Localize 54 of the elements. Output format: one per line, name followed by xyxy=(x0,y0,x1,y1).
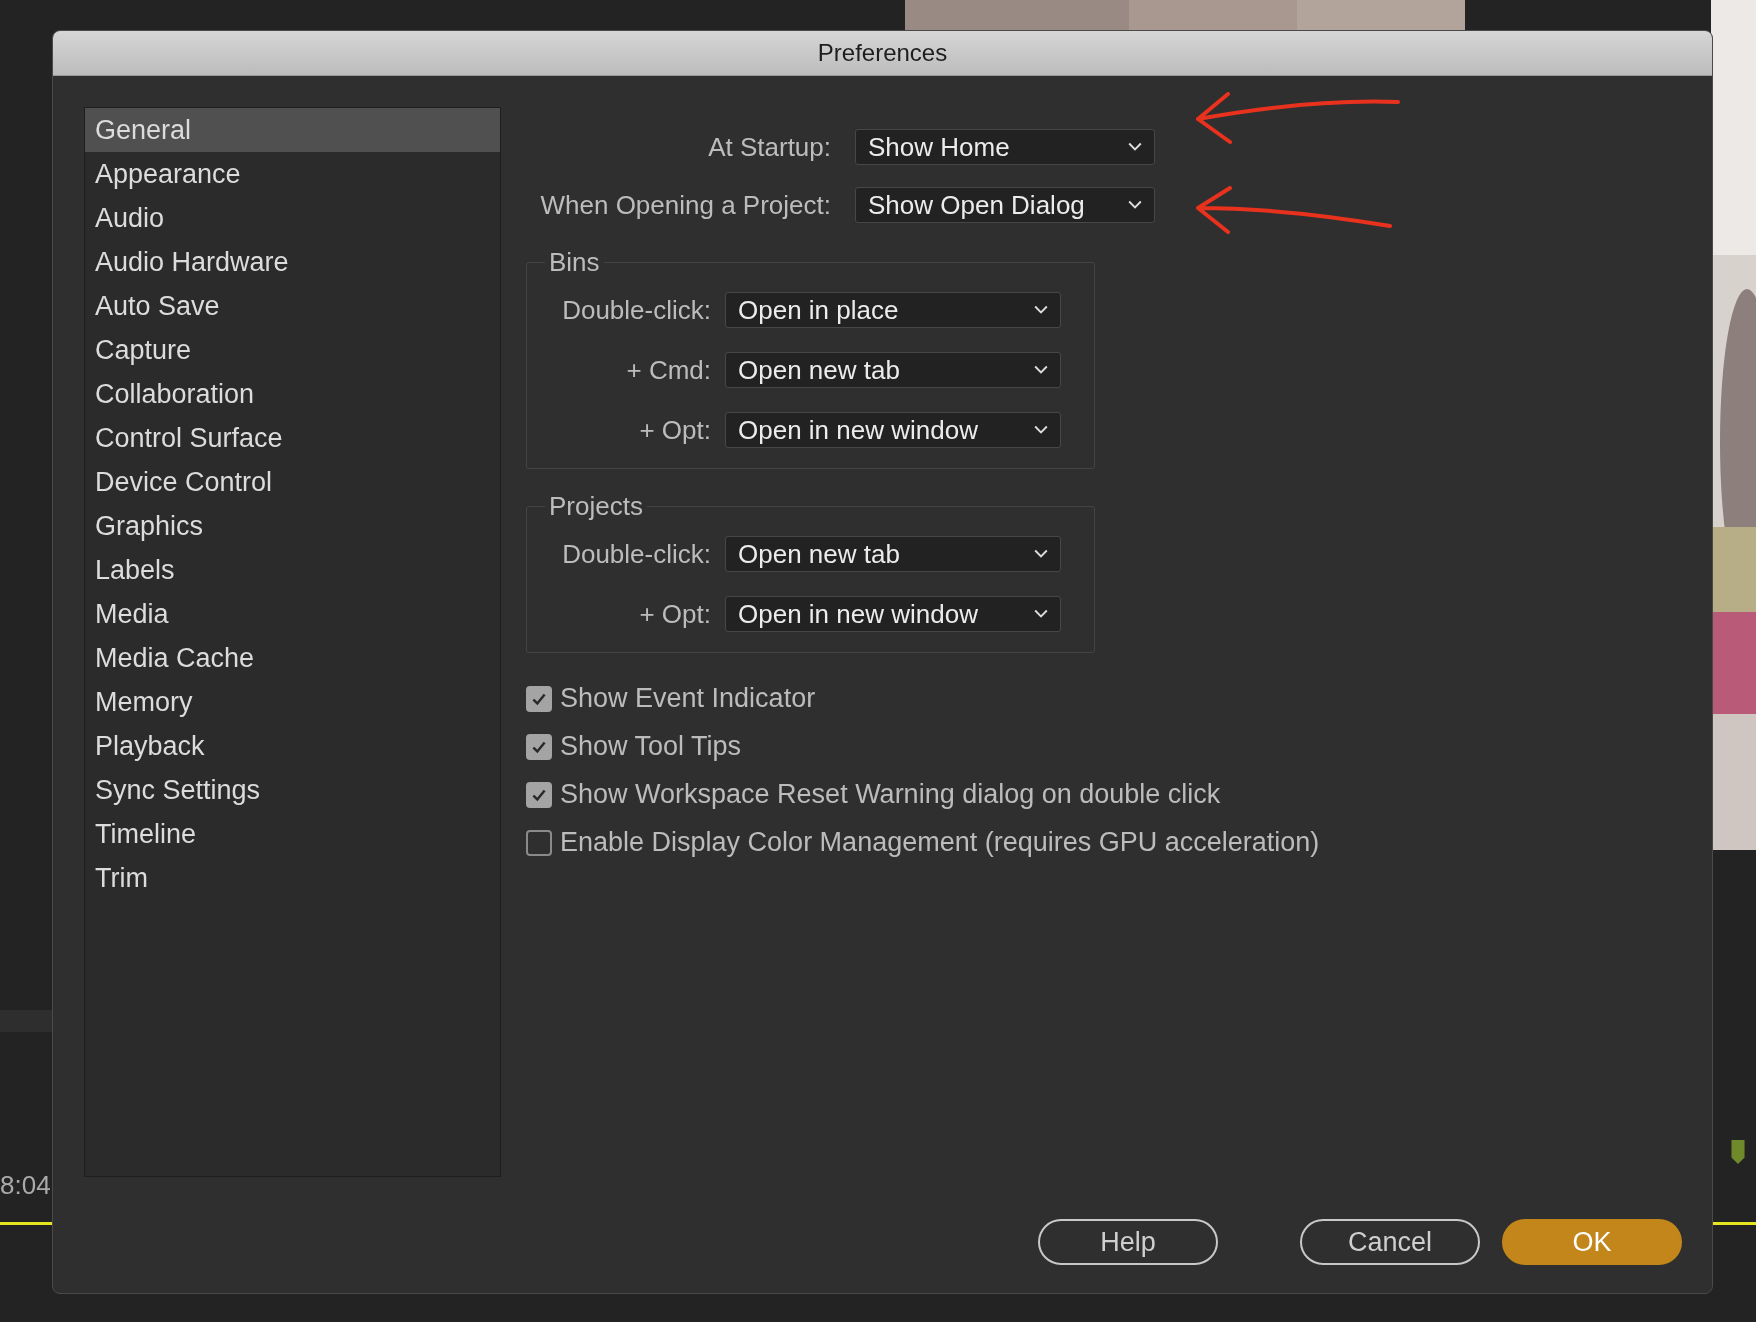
dropdown[interactable]: Show Home xyxy=(855,129,1155,165)
dropdown[interactable]: Open new tab xyxy=(725,536,1061,572)
category-item[interactable]: Control Surface xyxy=(85,416,500,460)
checkbox-label: Show Workspace Reset Warning dialog on double click xyxy=(560,779,1221,810)
chevron-icon xyxy=(1034,609,1048,619)
window-title: Preferences xyxy=(817,39,948,67)
category-item[interactable]: Auto Save xyxy=(85,284,500,328)
dropdown[interactable]: Open in place xyxy=(725,292,1061,328)
checkbox[interactable] xyxy=(526,829,552,856)
category-item[interactable]: Memory xyxy=(85,680,500,724)
category-item[interactable]: Collaboration xyxy=(85,372,500,416)
chevron-icon xyxy=(1034,425,1048,435)
category-item[interactable]: Capture xyxy=(85,328,500,372)
category-item[interactable]: Media Cache xyxy=(85,636,500,680)
group-title: Bins xyxy=(548,247,601,278)
setting-label: + Cmd: xyxy=(625,354,711,386)
dropdown[interactable]: Show Open Dialog xyxy=(855,187,1155,223)
category-item[interactable]: Media xyxy=(85,592,500,636)
dropdown[interactable]: Open new tab xyxy=(725,352,1061,388)
checkbox[interactable] xyxy=(526,733,552,760)
checkbox-label: Enable Display Color Management (requires GPU acceleration) xyxy=(560,827,1320,858)
chevron-icon xyxy=(1034,305,1048,315)
category-item[interactable]: Device Control xyxy=(85,460,500,504)
chevron-icon xyxy=(1034,365,1048,375)
category-item[interactable]: Appearance xyxy=(85,152,500,196)
category-item[interactable]: General xyxy=(85,108,500,152)
category-item[interactable]: Labels xyxy=(85,548,500,592)
chevron-icon xyxy=(1128,200,1142,210)
category-item[interactable]: Audio xyxy=(85,196,500,240)
checkbox-label: Show Tool Tips xyxy=(560,731,742,762)
category-item[interactable]: Graphics xyxy=(85,504,500,548)
setting-label: Double-click: xyxy=(561,538,711,570)
setting-label: At Startup: xyxy=(707,131,831,163)
checkbox[interactable] xyxy=(526,781,552,808)
category-item[interactable]: Playback xyxy=(85,724,500,768)
setting-label: When Opening a Project: xyxy=(539,189,831,221)
setting-label: + Opt: xyxy=(638,598,711,630)
dropdown[interactable]: Open in new window xyxy=(725,596,1061,632)
chevron-icon xyxy=(1034,549,1048,559)
category-item[interactable]: Trim xyxy=(85,856,500,900)
timecode: 8:04 xyxy=(0,1170,51,1201)
dialog-button[interactable]: Help xyxy=(1038,1219,1218,1265)
group-title: Projects xyxy=(548,491,644,522)
marker-icon xyxy=(1731,1140,1745,1164)
category-item[interactable]: Audio Hardware xyxy=(85,240,500,284)
dialog-button[interactable]: Cancel xyxy=(1300,1219,1480,1265)
category-item[interactable]: Sync Settings xyxy=(85,768,500,812)
checkbox-label: Show Event Indicator xyxy=(560,683,816,714)
checkbox[interactable] xyxy=(526,685,552,712)
setting-label: + Opt: xyxy=(638,414,711,446)
dropdown[interactable]: Open in new window xyxy=(725,412,1061,448)
chevron-icon xyxy=(1128,142,1142,152)
setting-label: Double-click: xyxy=(561,294,711,326)
category-item[interactable]: Timeline xyxy=(85,812,500,856)
